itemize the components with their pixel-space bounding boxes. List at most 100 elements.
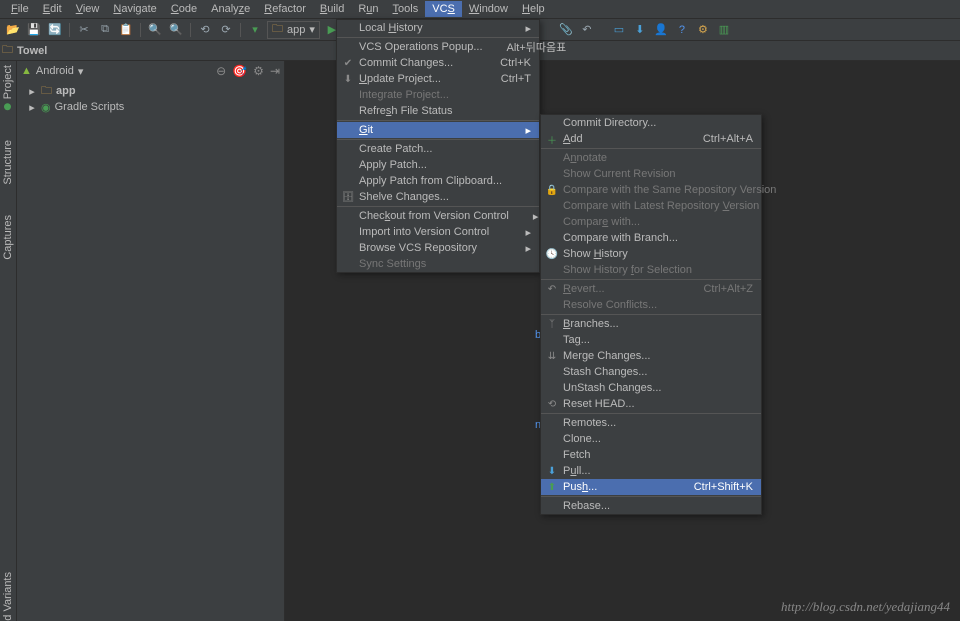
menu-code[interactable]: Code xyxy=(164,1,204,17)
menu-commit-directory[interactable]: Commit Directory... xyxy=(541,115,761,131)
vcs-dropdown-menu: Local History▸ VCS Operations Popup...Al… xyxy=(336,19,540,273)
menu-remotes[interactable]: Remotes... xyxy=(541,415,761,431)
menu-checkout-vcs[interactable]: Checkout from Version Control▸ xyxy=(337,208,539,224)
chevron-down-icon[interactable]: ▾ xyxy=(78,65,84,78)
menu-tag[interactable]: Tag... xyxy=(541,332,761,348)
menu-view[interactable]: View xyxy=(69,1,107,17)
project-panel-header: ▲ Android ▾ ⊖ 🎯 ⚙ ⇥ xyxy=(17,61,284,81)
hide-icon[interactable]: ⇥ xyxy=(270,64,280,78)
replace-icon[interactable]: 🔍 xyxy=(167,21,185,39)
menu-git[interactable]: Git▸ xyxy=(337,122,539,138)
menu-build[interactable]: Build xyxy=(313,1,351,17)
gear-icon[interactable]: ⚙ xyxy=(253,64,264,78)
separator xyxy=(69,23,70,37)
expand-arrow-icon[interactable]: ▸ xyxy=(27,101,37,114)
menu-commit-changes[interactable]: ✔Commit Changes...Ctrl+K xyxy=(337,55,539,71)
history-icon: 🕓 xyxy=(545,249,559,260)
revert-icon: ↶ xyxy=(545,284,559,295)
menu-refresh-status[interactable]: Refresh File Status xyxy=(337,103,539,119)
menu-push[interactable]: ⬆Push...Ctrl+Shift+K xyxy=(541,479,761,495)
menu-shelve-changes[interactable]: 🗄Shelve Changes... xyxy=(337,189,539,205)
chevron-down-icon: ▾ xyxy=(309,23,315,36)
menu-show-current-revision: Show Current Revision xyxy=(541,166,761,182)
sdk-icon[interactable]: ⬇ xyxy=(631,21,649,39)
menu-rebase[interactable]: Rebase... xyxy=(541,498,761,514)
merge-icon: ⇊ xyxy=(545,351,559,362)
menu-window[interactable]: Window xyxy=(462,1,515,17)
attach-icon[interactable]: 📎 xyxy=(557,21,575,39)
menu-refactor[interactable]: Refactor xyxy=(257,1,313,17)
menu-sync-settings: Sync Settings xyxy=(337,256,539,272)
menu-git-add[interactable]: ＋AddCtrl+Alt+A xyxy=(541,131,761,147)
menu-clone[interactable]: Clone... xyxy=(541,431,761,447)
push-icon: ⬆ xyxy=(545,482,559,493)
layout-icon[interactable]: ▥ xyxy=(715,21,733,39)
menu-local-history[interactable]: Local History▸ xyxy=(337,20,539,36)
tool-tab-structure[interactable]: Structure xyxy=(2,140,14,185)
folder-icon: 🗀 xyxy=(2,41,13,60)
back-icon[interactable]: ⟲ xyxy=(196,21,214,39)
avd-icon[interactable]: ▭ xyxy=(610,21,628,39)
separator xyxy=(190,23,191,37)
locate-icon[interactable]: 🎯 xyxy=(232,64,247,78)
git-submenu: Commit Directory... ＋AddCtrl+Alt+A Annot… xyxy=(540,114,762,515)
menu-vcs-popup[interactable]: VCS Operations Popup...Alt+뒤따옴표 xyxy=(337,39,539,55)
expand-arrow-icon[interactable]: ▸ xyxy=(27,85,37,98)
plus-icon: ＋ xyxy=(545,132,559,147)
menu-fetch[interactable]: Fetch xyxy=(541,447,761,463)
menu-stash-changes[interactable]: Stash Changes... xyxy=(541,364,761,380)
paste-icon[interactable]: 📋 xyxy=(117,21,135,39)
tool-tab-project[interactable]: Project xyxy=(2,65,14,110)
tree-node-gradle[interactable]: ▸ ◉ Gradle Scripts xyxy=(27,99,284,115)
menu-analyze[interactable]: Analyze xyxy=(204,1,257,17)
make-icon[interactable]: ▾ xyxy=(246,21,264,39)
menu-tools[interactable]: Tools xyxy=(386,1,426,17)
lock-icon: 🔒 xyxy=(545,185,559,196)
menu-import-vcs[interactable]: Import into Version Control▸ xyxy=(337,224,539,240)
help-toolbar-icon[interactable]: ? xyxy=(673,21,691,39)
menu-reset-head[interactable]: ⟲Reset HEAD... xyxy=(541,396,761,412)
menu-merge-changes[interactable]: ⇊Merge Changes... xyxy=(541,348,761,364)
cut-icon[interactable]: ✂ xyxy=(75,21,93,39)
tool-tab-captures[interactable]: Captures xyxy=(2,215,14,260)
forward-icon[interactable]: ⟳ xyxy=(217,21,235,39)
menu-show-history[interactable]: 🕓Show History xyxy=(541,246,761,262)
commit-icon: ✔ xyxy=(341,58,355,69)
menu-browse-vcs[interactable]: Browse VCS Repository▸ xyxy=(337,240,539,256)
tree-node-app[interactable]: ▸ 🗀 app xyxy=(27,83,284,99)
project-tool-window: ▲ Android ▾ ⊖ 🎯 ⚙ ⇥ ▸ 🗀 app ▸ ◉ Gradle S… xyxy=(17,61,285,621)
dot-icon xyxy=(5,103,12,110)
menu-apply-patch-clipboard[interactable]: Apply Patch from Clipboard... xyxy=(337,173,539,189)
copy-icon[interactable]: ⧉ xyxy=(96,21,114,39)
menu-compare-same: 🔒Compare with the Same Repository Versio… xyxy=(541,182,761,198)
reset-icon: ⟲ xyxy=(545,399,559,410)
menu-update-project[interactable]: ⬇Update Project...Ctrl+T xyxy=(337,71,539,87)
menu-file[interactable]: File xyxy=(4,1,36,17)
menu-unstash-changes[interactable]: UnStash Changes... xyxy=(541,380,761,396)
menu-apply-patch[interactable]: Apply Patch... xyxy=(337,157,539,173)
menu-run[interactable]: Run xyxy=(351,1,385,17)
breadcrumb-project[interactable]: Towel xyxy=(17,45,47,57)
revert-toolbar-icon[interactable]: ↶ xyxy=(578,21,596,39)
sync-icon[interactable]: 🔄 xyxy=(46,21,64,39)
menu-vcs[interactable]: VCS xyxy=(425,1,462,17)
menu-edit[interactable]: Edit xyxy=(36,1,69,17)
menu-navigate[interactable]: Navigate xyxy=(106,1,163,17)
menu-pull[interactable]: ⬇Pull... xyxy=(541,463,761,479)
menu-compare-branch[interactable]: Compare with Branch... xyxy=(541,230,761,246)
find-icon[interactable]: 🔍 xyxy=(146,21,164,39)
collapse-icon[interactable]: ⊖ xyxy=(216,64,226,78)
tool-tab-variants[interactable]: d Variants xyxy=(2,572,14,621)
run-config-selector[interactable]: 🗀 app ▾ xyxy=(267,21,320,39)
menu-resolve-conflicts: Resolve Conflicts... xyxy=(541,297,761,313)
open-icon[interactable]: 📂 xyxy=(4,21,22,39)
save-icon[interactable]: 💾 xyxy=(25,21,43,39)
pull-icon: ⬇ xyxy=(545,466,559,477)
menu-create-patch[interactable]: Create Patch... xyxy=(337,141,539,157)
settings-toolbar-icon[interactable]: ⚙ xyxy=(694,21,712,39)
project-view-selector[interactable]: Android xyxy=(36,65,74,77)
menu-help[interactable]: Help xyxy=(515,1,552,17)
menu-integrate-project: Integrate Project... xyxy=(337,87,539,103)
menu-branches[interactable]: ᛉBranches... xyxy=(541,316,761,332)
ddms-icon[interactable]: 👤 xyxy=(652,21,670,39)
